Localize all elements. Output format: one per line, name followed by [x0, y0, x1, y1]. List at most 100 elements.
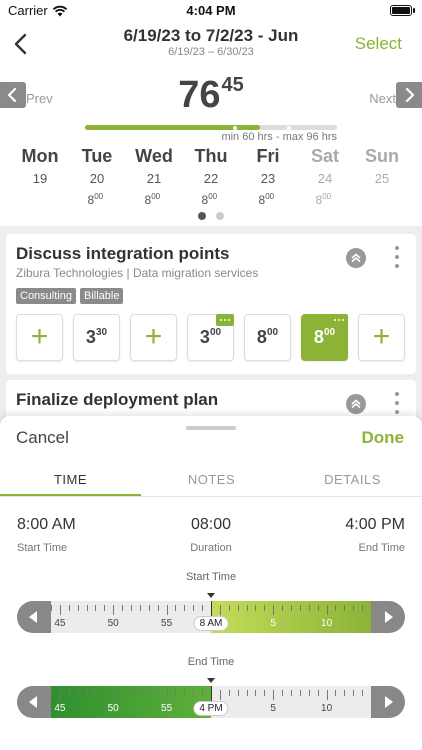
start-slider-caption: Start Time: [185, 571, 237, 583]
slider-tick: [51, 605, 52, 611]
tab-time[interactable]: TIME: [0, 472, 141, 487]
time-cell-value: 800: [313, 327, 336, 347]
start-time-slider[interactable]: 45505551015 8 AM: [17, 601, 405, 633]
day-name: Wed: [135, 146, 173, 166]
collapse-button[interactable]: [346, 248, 366, 268]
day-column[interactable]: Sat 24 800: [296, 146, 354, 207]
page-dot[interactable]: [216, 212, 224, 220]
slider-tick-label: 50: [107, 618, 119, 629]
end-time-value[interactable]: 4:00 PM: [345, 516, 405, 534]
slider-tick: [317, 690, 319, 696]
tag-label: Consulting: [16, 288, 76, 304]
slider-tick: [77, 605, 79, 611]
slider-tick: [308, 690, 310, 696]
end-slider-caption: End Time: [187, 656, 235, 668]
day-hours: 800: [201, 192, 218, 207]
end-time-slider[interactable]: 45505551015 4 PM: [17, 686, 405, 718]
page-dot-active[interactable]: [198, 212, 206, 220]
add-time-button[interactable]: +: [16, 314, 63, 361]
task-title: Discuss integration points: [16, 244, 230, 263]
add-time-button[interactable]: +: [130, 314, 177, 361]
tab-details[interactable]: DETAILS: [282, 472, 422, 487]
day-column[interactable]: Mon 19: [11, 146, 69, 207]
slider-tick: [308, 605, 310, 611]
plus-icon: +: [144, 320, 163, 353]
slider-tick: [68, 605, 70, 611]
task-card[interactable]: Discuss integration points Zibura Techno…: [6, 234, 416, 374]
tag-label: Billable: [79, 288, 124, 304]
slider-tick: [246, 690, 248, 696]
slider-tick: [246, 605, 248, 611]
tab-notes[interactable]: NOTES: [141, 472, 282, 487]
start-slider-track[interactable]: 45505551015 8 AM: [51, 601, 385, 633]
day-column[interactable]: Wed 21 800: [125, 146, 183, 207]
end-decrement-button[interactable]: [17, 686, 51, 718]
slider-tick: [184, 605, 186, 611]
day-strip: Mon 19 Tue 20 800 Wed 21 800 Thu 22 800 Fri 23 80…: [0, 146, 422, 210]
day-column[interactable]: Sun 25: [353, 146, 411, 207]
slider-tick: [104, 605, 106, 611]
day-column[interactable]: Thu 22 800: [182, 146, 240, 207]
start-increment-button[interactable]: [371, 601, 405, 633]
next-week-button[interactable]: [396, 82, 422, 108]
end-increment-button[interactable]: [371, 686, 405, 718]
chevron-left-icon: [14, 33, 27, 55]
slider-tick: [193, 605, 195, 611]
task-subtitle: Zibura Technologies | Data migration ser…: [16, 266, 259, 280]
tag-list: Consulting Billable: [16, 288, 124, 304]
next-label[interactable]: Next: [369, 91, 396, 106]
time-cell[interactable]: 330: [73, 314, 120, 361]
slider-tick: [335, 690, 337, 696]
slider-tick: [59, 605, 61, 615]
note-icon: [216, 314, 234, 326]
slider-tick: [326, 605, 328, 615]
slider-tick: [237, 605, 239, 611]
day-column[interactable]: Fri 23 800: [239, 146, 297, 207]
slider-tick: [157, 605, 159, 611]
sheet-grabber[interactable]: [186, 426, 236, 430]
end-slider-value: 4 PM: [193, 701, 229, 716]
done-button[interactable]: Done: [362, 428, 405, 448]
slider-tick: [95, 690, 97, 696]
slider-tick: [228, 690, 230, 696]
double-chevron-up-icon: [351, 253, 361, 263]
time-cell[interactable]: 800: [301, 314, 348, 361]
hours-progress-bar: [85, 125, 337, 130]
slider-tick: [291, 605, 292, 611]
day-date: 23: [260, 171, 276, 186]
slider-tick: [104, 690, 106, 696]
collapse-button[interactable]: [346, 394, 366, 414]
day-column[interactable]: Tue 20 800: [68, 146, 126, 207]
add-time-button[interactable]: +: [358, 314, 405, 361]
slider-tick-label: 10: [321, 703, 333, 714]
day-hours: 800: [144, 192, 161, 207]
task-title: Finalize deployment plan: [16, 390, 219, 409]
end-slider-track[interactable]: 45505551015 4 PM: [51, 686, 385, 718]
sheet-tabs: TIME NOTES DETAILS: [0, 472, 422, 498]
slider-tick: [139, 690, 141, 696]
page-title: 6/19/23 to 7/2/23 - Jun: [123, 26, 299, 45]
more-dot: [395, 246, 399, 250]
back-button[interactable]: [10, 30, 34, 58]
day-cells: +330 +300 800 800 +: [16, 314, 406, 364]
slider-tick: [202, 690, 204, 696]
clock: 4:04 PM: [186, 3, 236, 18]
slider-tick-label: 55: [161, 703, 173, 714]
note-icon: [330, 314, 348, 326]
slider-tick: [122, 605, 124, 611]
time-cell[interactable]: 300: [187, 314, 234, 361]
slider-tick: [264, 605, 266, 611]
day-name: Thu: [194, 146, 228, 166]
page-subtitle: 6/19/23 – 6/30/23: [168, 46, 254, 58]
slider-tick: [273, 605, 275, 615]
slider-tick: [77, 690, 79, 696]
select-button[interactable]: Select: [355, 34, 402, 54]
start-decrement-button[interactable]: [17, 601, 51, 633]
time-cell[interactable]: 800: [244, 314, 291, 361]
battery-icon: [390, 5, 415, 16]
slider-tick: [184, 690, 186, 696]
more-options-button[interactable]: [394, 246, 400, 268]
more-options-button[interactable]: [394, 392, 400, 414]
cancel-button[interactable]: Cancel: [16, 428, 69, 448]
total-hours: 7645: [0, 74, 422, 117]
